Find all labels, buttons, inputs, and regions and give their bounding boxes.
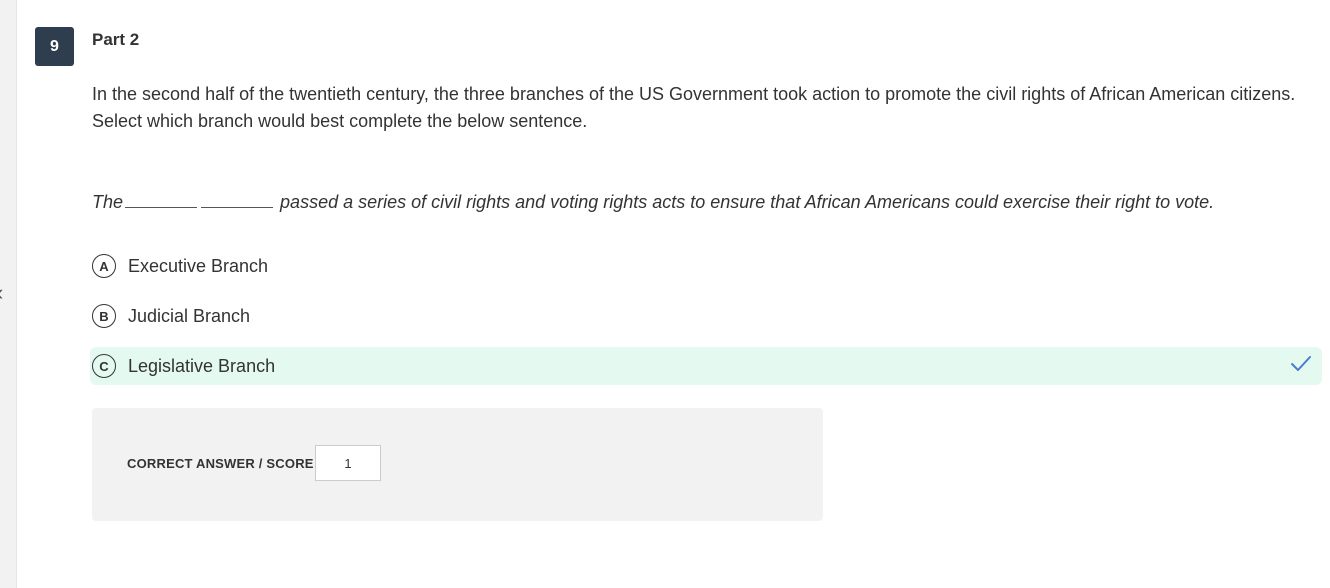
blank-line [201,189,274,208]
sentence-end: passed a series of civil rights and voti… [280,192,1215,212]
score-label: CORRECT ANSWER / SCORE [127,456,314,471]
question-prompt: In the second half of the twentieth cent… [92,81,1307,135]
check-icon [1291,356,1311,371]
sentence-start: The [92,192,124,212]
option-letter: A [92,254,116,278]
fill-in-sentence: The passed a series of civil rights and … [92,189,1322,216]
option-label: Judicial Branch [128,305,251,326]
question-page: ‹ 9 Part 2 In the second half of the twe… [0,0,1330,588]
answer-options: A Executive Branch B Judicial Branch C L… [90,247,1322,397]
option-label: Executive Branch [128,255,269,276]
option-b[interactable]: B Judicial Branch [90,297,1322,335]
option-letter: C [92,354,116,378]
part-title: Part 2 [92,30,140,49]
score-panel: CORRECT ANSWER / SCORE [92,408,823,521]
option-label: Legislative Branch [128,355,276,376]
score-input[interactable] [315,445,381,481]
chevron-left-icon[interactable]: ‹ [0,282,3,304]
blank-line [125,189,198,208]
option-letter: B [92,304,116,328]
option-c[interactable]: C Legislative Branch [90,347,1322,385]
option-a[interactable]: A Executive Branch [90,247,1322,285]
question-number-badge: 9 [35,27,74,66]
prompt-instruction: Select which branch would best complete … [92,111,588,131]
prompt-text: In the second half of the twentieth cent… [92,84,1296,104]
